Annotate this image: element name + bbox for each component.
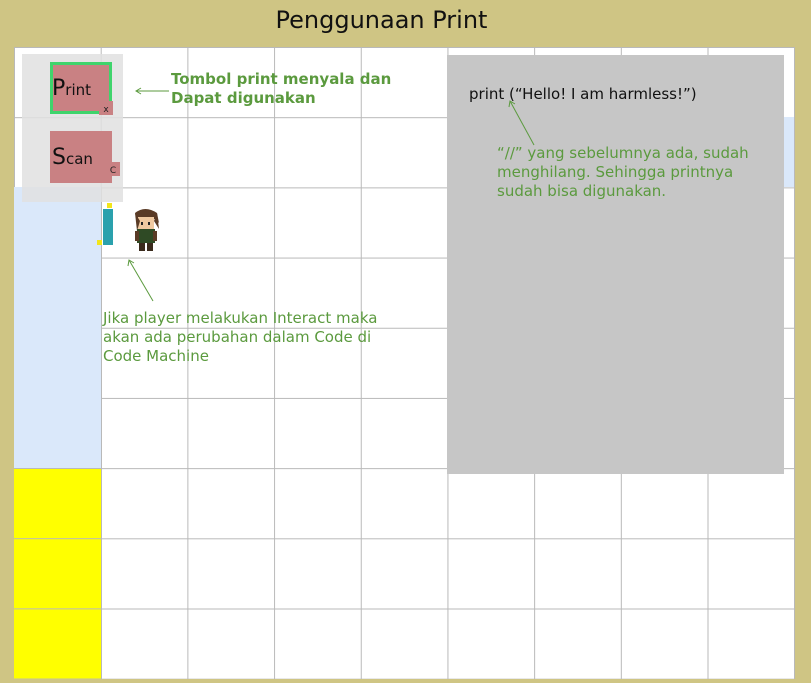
print-button-note: Tombol print menyala dan Dapat digunakan (171, 70, 392, 107)
game-map-grid: Print x Scan C Tombol print menyala dan … (14, 47, 795, 679)
print-button-initial: P (52, 75, 66, 101)
scan-button-initial: S (52, 144, 66, 170)
machine-spark-icon (97, 240, 102, 245)
print-button-label: rint (65, 81, 92, 99)
scan-button[interactable]: Scan (50, 131, 112, 183)
machine-spark-icon (107, 203, 112, 208)
action-buttons-panel: Print x Scan C (22, 54, 123, 202)
code-change-note: “//” yang sebelumnya ada, sudah menghila… (497, 144, 749, 200)
scan-key-hint: C (106, 162, 120, 176)
yellow-tile-column (14, 468, 102, 679)
print-key-hint: x (99, 101, 113, 115)
code-machine-icon[interactable] (103, 209, 113, 245)
blue-tile-column (14, 187, 102, 468)
interact-note: Jika player melakukan Interact maka akan… (103, 309, 378, 365)
page-title: Penggunaan Print (275, 6, 488, 34)
scan-button-label: can (65, 150, 93, 168)
code-machine-panel: print (“Hello! I am harmless!”) “//” yan… (447, 55, 784, 474)
player-character-icon[interactable] (127, 205, 163, 253)
code-line: print (“Hello! I am harmless!”) (469, 85, 697, 103)
